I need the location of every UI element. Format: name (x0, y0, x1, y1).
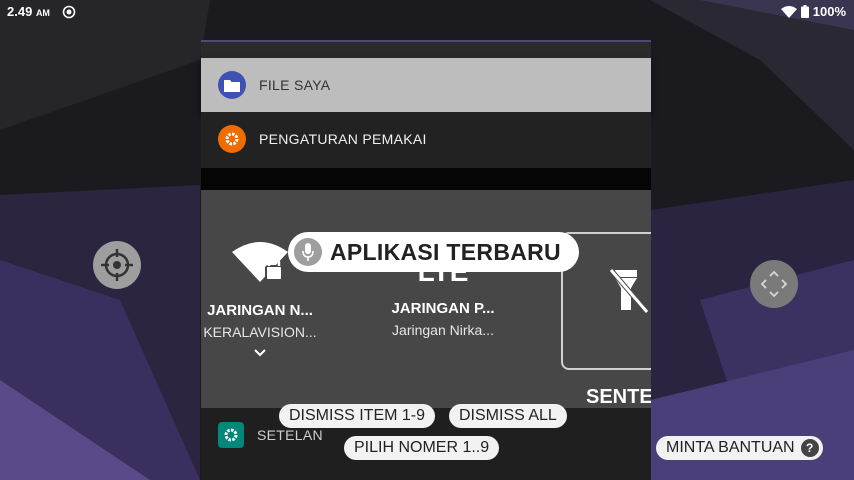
qs-tile-label: JARINGAN P... (391, 300, 495, 317)
move-button[interactable] (750, 260, 798, 308)
card-header: FILE SAYA (201, 58, 651, 112)
qs-tile-label: JARINGAN N... (207, 302, 313, 319)
card-header: PENGATURAN PEMAKAI (201, 112, 651, 166)
help-command-label: MINTA BANTUAN (666, 439, 795, 456)
recent-card-file-saya[interactable]: FILE SAYA (201, 58, 651, 112)
qs-tile-sublabel: Jaringan Nirka... (392, 322, 494, 338)
status-time-value: 2.49 (7, 4, 33, 19)
status-bar: 2.49 AM 100% (0, 0, 854, 24)
voice-overlay-title-text: APLIKASI TERBARU (330, 238, 561, 265)
battery-level: 100% (812, 4, 846, 19)
sync-status-icon (62, 5, 76, 19)
gear-icon (218, 125, 246, 153)
status-right: 100% (780, 4, 846, 19)
wifi-status-icon (780, 5, 797, 18)
gear-icon (218, 422, 244, 448)
wifi-locked-icon (232, 242, 288, 282)
qs-tile-label-flashlight: SENTER (586, 386, 651, 408)
flashlight-off-icon (609, 268, 649, 314)
pick-number-command[interactable]: PILIH NOMER 1..9 (344, 436, 500, 460)
help-icon: ? (800, 439, 819, 457)
help-command[interactable]: MINTA BANTUAN ? (656, 436, 823, 460)
battery-icon (800, 5, 809, 18)
chevron-down-icon[interactable] (253, 348, 267, 358)
card-title: SETELAN (257, 427, 323, 443)
move-arrows-icon (760, 270, 788, 298)
dismiss-item-command[interactable]: DISMISS ITEM 1-9 (279, 404, 436, 428)
dismiss-all-command[interactable]: DISMISS ALL (449, 404, 567, 428)
crosshair-icon (101, 249, 133, 281)
status-time-ampm: AM (35, 8, 50, 18)
qs-tile-sublabel: KERALAVISION... (203, 324, 317, 340)
crosshair-button[interactable] (93, 241, 141, 289)
card-title: FILE SAYA (259, 77, 331, 93)
status-time: 2.49 AM (7, 4, 50, 19)
recent-card-gap (201, 168, 651, 190)
microphone-icon (294, 238, 322, 266)
recent-card-pengaturan-pemakai[interactable]: PENGATURAN PEMAKAI (201, 112, 651, 168)
voice-overlay-title: APLIKASI TERBARU (288, 232, 579, 272)
card-title: PENGATURAN PEMAKAI (259, 131, 427, 147)
recent-card-edge[interactable] (201, 40, 651, 60)
folder-icon (218, 71, 246, 99)
